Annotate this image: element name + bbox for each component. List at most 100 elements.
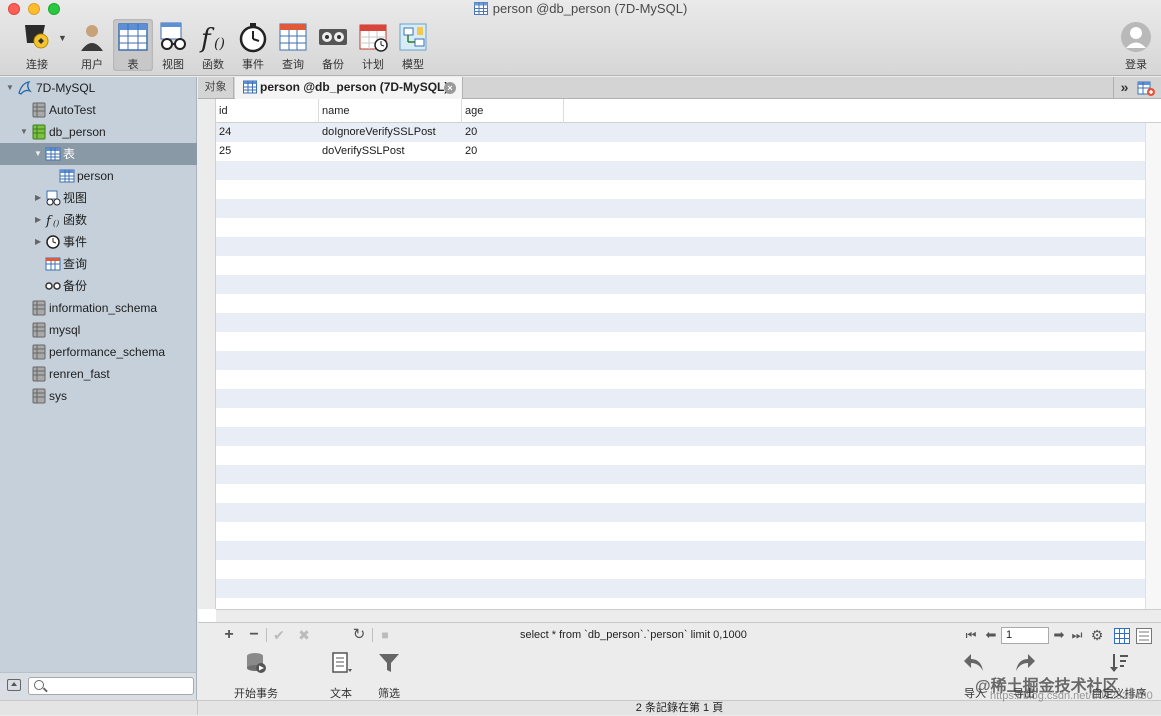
tree-backups-folder[interactable]: 备份 <box>0 275 197 297</box>
sidebar-toggle-icon[interactable] <box>7 679 21 691</box>
toolbar-function-button[interactable]: f() 函数 <box>193 19 233 71</box>
empty-row <box>216 332 1145 351</box>
tree-database-information-schema[interactable]: information_schema <box>0 297 197 319</box>
tab-bar: 对象 person @db_person (7D-MySQL) × » <box>198 77 1161 99</box>
database-icon <box>32 322 46 338</box>
toolbar-model-button[interactable]: 模型 <box>393 19 433 71</box>
tab-person-table[interactable]: person @db_person (7D-MySQL) × <box>235 77 463 99</box>
toolbar-model-label: 模型 <box>402 59 424 71</box>
first-page-icon[interactable]: ⏮ <box>962 626 980 644</box>
empty-row <box>216 389 1145 408</box>
tree-database-autotest[interactable]: AutoTest <box>0 99 197 121</box>
database-icon <box>32 102 46 118</box>
next-page-arrow-icon[interactable]: ➡ <box>1050 626 1068 644</box>
grid-view-icon[interactable] <box>1114 628 1130 644</box>
toolbar-connection-button[interactable]: 连接 <box>17 19 57 71</box>
tree-connection-7d-mysql[interactable]: ▼ 7D-MySQL <box>0 77 197 99</box>
disclosure-triangle-collapsed-icon[interactable]: ▶ <box>35 209 41 231</box>
svg-text:(): () <box>53 219 59 228</box>
empty-row <box>216 180 1145 199</box>
table-row[interactable]: 25 doVerifySSLPost 20 <box>216 142 1145 161</box>
empty-row <box>216 579 1145 598</box>
last-page-icon[interactable]: ⏭ <box>1068 626 1086 644</box>
disclosure-triangle-expanded-icon[interactable]: ▼ <box>34 143 42 165</box>
disclosure-triangle-expanded-icon[interactable]: ▼ <box>6 77 14 99</box>
toolbar-user-button[interactable]: 用户 <box>72 19 112 71</box>
tab-close-icon[interactable]: × <box>444 82 456 94</box>
tree-label: AutoTest <box>49 103 96 117</box>
cell-id[interactable]: 24 <box>216 123 319 142</box>
cell-name[interactable]: doIgnoreVerifySSLPost <box>319 123 462 142</box>
grid-vertical-scrollbar[interactable] <box>1145 123 1161 609</box>
tree-label: 7D-MySQL <box>36 81 96 95</box>
empty-row <box>216 313 1145 332</box>
add-record-plus-icon[interactable]: + <box>220 626 238 644</box>
backup-tape-icon <box>319 29 347 45</box>
filter-button[interactable]: 筛选 <box>374 651 404 700</box>
toolbar-view-button[interactable]: 视图 <box>153 19 193 71</box>
table-row[interactable]: 24 doIgnoreVerifySSLPost 20 <box>216 123 1145 142</box>
tree-database-performance-schema[interactable]: performance_schema <box>0 341 197 363</box>
tree-database-renren-fast[interactable]: renren_fast <box>0 363 197 385</box>
stop-square-icon[interactable]: ■ <box>376 626 394 644</box>
database-icon <box>32 388 46 404</box>
window-title-text: person @db_person (7D-MySQL) <box>492 1 688 16</box>
svg-text:f: f <box>199 24 215 53</box>
cell-age[interactable]: 20 <box>462 142 564 161</box>
form-view-icon[interactable] <box>1136 628 1152 644</box>
toolbar-backup-button[interactable]: 备份 <box>313 19 353 71</box>
tree-queries-folder[interactable]: 查询 <box>0 253 197 275</box>
connection-icon <box>25 25 49 49</box>
tree-database-mysql[interactable]: mysql <box>0 319 197 341</box>
text-view-button[interactable]: 文本 <box>326 651 356 700</box>
empty-row <box>216 484 1145 503</box>
cell-age[interactable]: 20 <box>462 123 564 142</box>
chevron-down-icon[interactable]: ▼ <box>58 33 67 43</box>
sidebar-search-input[interactable] <box>28 677 194 695</box>
tree-database-sys[interactable]: sys <box>0 385 197 407</box>
disclosure-triangle-collapsed-icon[interactable]: ▶ <box>35 187 41 209</box>
settings-gear-icon[interactable]: ⚙ <box>1088 626 1106 644</box>
toolbar-login-button[interactable]: 登录 <box>1116 19 1156 71</box>
delete-record-minus-icon[interactable]: − <box>245 626 263 644</box>
discard-cross-icon[interactable]: ✖ <box>295 626 313 644</box>
new-table-tab-icon[interactable] <box>1137 79 1155 97</box>
query-icon <box>45 257 61 271</box>
window-title: person @db_person (7D-MySQL) <box>0 1 1161 16</box>
apply-checkmark-icon[interactable]: ✔ <box>270 626 288 644</box>
tree-label: mysql <box>49 323 81 337</box>
database-icon <box>32 366 46 382</box>
tree-tables-folder[interactable]: ▼ 表 <box>0 143 197 165</box>
column-header-id[interactable]: id <box>216 99 319 123</box>
toolbar-event-button[interactable]: 事件 <box>233 19 273 71</box>
previous-page-arrow-icon[interactable]: ⬅ <box>982 626 1000 644</box>
page-number-input[interactable]: 1 <box>1001 627 1049 644</box>
tree-views-folder[interactable]: ▶ 视图 <box>0 187 197 209</box>
tree-functions-folder[interactable]: ▶ f() 函数 <box>0 209 197 231</box>
grid-horizontal-scrollbar[interactable] <box>216 609 1161 622</box>
cell-id[interactable]: 25 <box>216 142 319 161</box>
toolbar-table-button[interactable]: 表 <box>113 19 153 71</box>
empty-row <box>216 237 1145 256</box>
tree-label: 事件 <box>63 235 88 249</box>
event-clock-icon <box>239 23 267 53</box>
tab-objects[interactable]: 对象 <box>198 77 234 98</box>
model-icon <box>399 23 427 51</box>
begin-transaction-button[interactable]: 开始事务 <box>230 651 282 700</box>
tree-events-folder[interactable]: ▶ 事件 <box>0 231 197 253</box>
begin-transaction-database-icon <box>247 653 266 673</box>
toolbar-query-button[interactable]: 查询 <box>273 19 313 71</box>
toolbar-login-label: 登录 <box>1125 59 1147 71</box>
toolbar-schedule-button[interactable]: 计划 <box>353 19 393 71</box>
tree-table-person[interactable]: person <box>0 165 197 187</box>
cell-name[interactable]: doVerifySSLPost <box>319 142 462 161</box>
tree-database-db-person[interactable]: ▼ db_person <box>0 121 197 143</box>
empty-row <box>216 465 1145 484</box>
column-header-age[interactable]: age <box>462 99 564 123</box>
disclosure-triangle-expanded-icon[interactable]: ▼ <box>20 121 28 143</box>
record-edit-bar: + − ✔ ✖ ↻ ■ select * from `db_person`.`p… <box>198 622 1161 646</box>
column-header-name[interactable]: name <box>319 99 462 123</box>
tab-overflow-chevron-icon[interactable]: » <box>1113 77 1135 98</box>
disclosure-triangle-collapsed-icon[interactable]: ▶ <box>35 231 41 253</box>
refresh-icon[interactable]: ↻ <box>350 626 368 644</box>
